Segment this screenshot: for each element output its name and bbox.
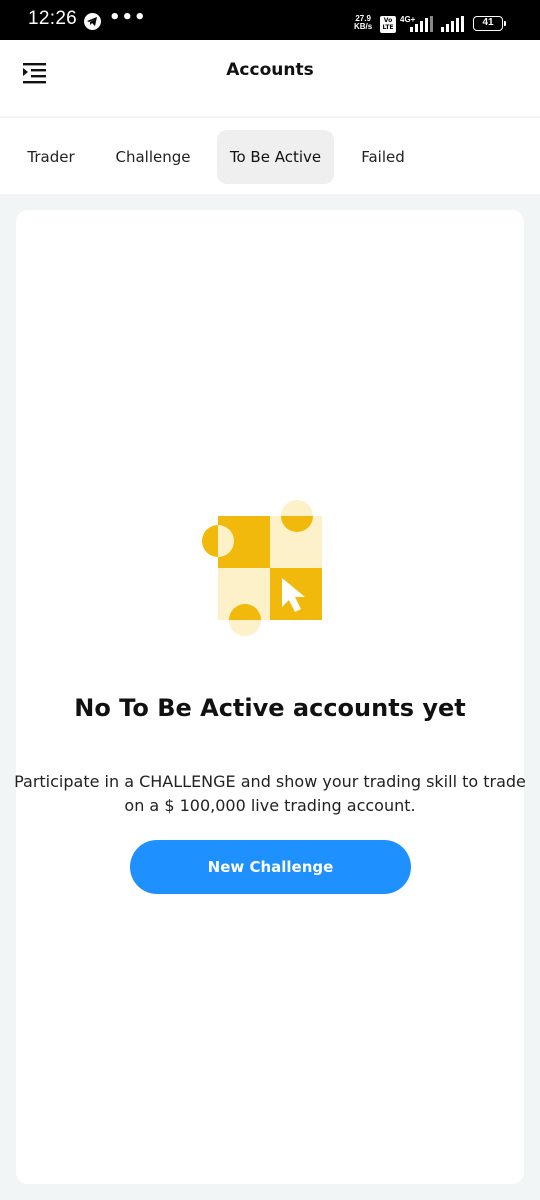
more-notifications-icon: ••• [109,7,147,28]
signal-strength-2-icon [441,16,464,32]
empty-state-title: No To Be Active accounts yet [74,694,466,722]
page-title: Accounts [226,60,314,80]
new-challenge-button[interactable]: New Challenge [130,840,411,894]
telegram-icon [84,13,101,30]
checkerboard-cursor-illustration [202,500,322,636]
signal-strength-icon [410,16,433,32]
battery-icon: 41 [473,16,506,31]
status-bar: 12:26 ••• 27.9 KB/s Vo LTE 4G+ 41 [0,0,540,40]
empty-state-description-line1: Participate in a CHALLENGE and show your… [14,772,526,791]
network-speed: 27.9 KB/s [354,14,373,31]
account-tabs: Trader Challenge To Be Active Failed [0,118,540,194]
tab-challenge[interactable]: Challenge [103,130,203,184]
tab-to-be-active[interactable]: To Be Active [217,130,334,184]
status-time: 12:26 [28,8,78,29]
tab-trader[interactable]: Trader [14,130,88,184]
volte-icon: Vo LTE [380,16,396,33]
empty-state-description-line2: on a $ 100,000 live trading account. [124,796,416,815]
app-header: Accounts [0,40,540,116]
tab-failed[interactable]: Failed [348,130,418,184]
empty-state-description: Participate in a CHALLENGE and show your… [0,770,540,818]
